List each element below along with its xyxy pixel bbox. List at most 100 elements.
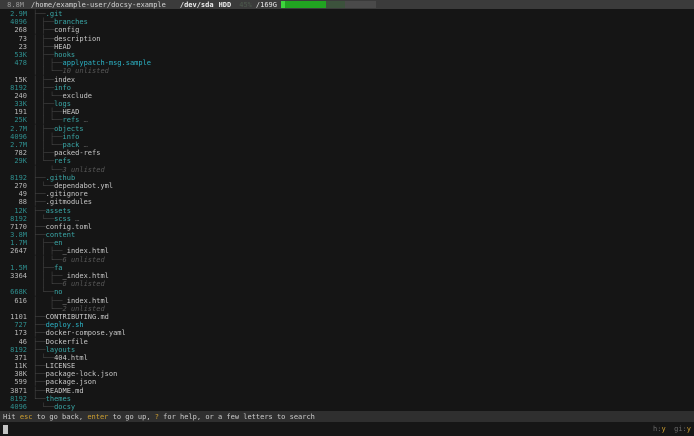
tree-branch-lines: └── — [33, 395, 46, 403]
tree-row[interactable]: 3871├──README.md — [3, 387, 694, 395]
tree-branch-lines: ├── — [33, 321, 46, 329]
entry-size: 268 — [3, 26, 27, 34]
tree-branch-lines: │ ├── — [33, 76, 54, 84]
tree-row[interactable]: 2647│ │ ├──_index.html — [3, 247, 694, 255]
tree-row[interactable]: 173├──docker-compose.yaml — [3, 329, 694, 337]
tree-row-unlisted[interactable]: │ └──2 unlisted — [3, 305, 694, 313]
directory-name: refs — [54, 157, 71, 165]
tree-branch-lines: │ ├── — [33, 84, 54, 92]
tree-row[interactable]: 240│ │ └──exclude — [3, 92, 694, 100]
tree-row[interactable]: 8192├──layouts — [3, 346, 694, 354]
tree-row[interactable]: 3364│ │ ├──_index.html — [3, 272, 694, 280]
tree-row[interactable]: 53K │ ├──hooks — [3, 51, 694, 59]
tree-row[interactable]: 73│ ├──description — [3, 35, 694, 43]
search-input-line[interactable]: h:y gi:y — [0, 422, 694, 436]
tree-row[interactable]: 8192│ └──scss … — [3, 215, 694, 223]
tree-row[interactable]: 49├──.gitignore — [3, 190, 694, 198]
file-name: _index.html — [63, 272, 109, 280]
entry-size: 8192 — [3, 395, 27, 403]
tree-row-unlisted[interactable]: │ │ └──6 unlisted — [3, 280, 694, 288]
file-name: package.json — [46, 378, 97, 386]
entry-size: 668K — [3, 288, 27, 296]
file-name: 404.html — [54, 354, 88, 362]
entry-size: 2.7M — [3, 141, 27, 149]
file-name: packed-refs — [54, 149, 100, 157]
tree-row[interactable]: 2.7M│ │ └──pack … — [3, 141, 694, 149]
device-name: /dev/sda — [180, 1, 214, 9]
entry-size: 15K — [3, 76, 27, 84]
tree-row[interactable]: 4096│ │ ├──info — [3, 133, 694, 141]
tree-branch-lines: │ └── — [33, 288, 54, 296]
tree-row[interactable]: 3.8M├──content — [3, 231, 694, 239]
tree-row[interactable]: 8192└──themes — [3, 395, 694, 403]
tree-row[interactable]: 616│ ├──_index.html — [3, 297, 694, 305]
file-name: CONTRIBUTING.md — [46, 313, 109, 321]
entry-size: 191 — [3, 108, 27, 116]
entry-size: 173 — [3, 329, 27, 337]
truncated-ellipsis: … — [79, 141, 87, 149]
tree-row[interactable]: 270│ └──dependabot.yml — [3, 182, 694, 190]
tree-row[interactable]: 23│ ├──HEAD — [3, 43, 694, 51]
tree-branch-lines: │ └── — [33, 182, 54, 190]
tree-branch-lines: ├── — [33, 207, 46, 215]
tree-row[interactable]: 782│ ├──packed-refs — [3, 149, 694, 157]
tree-row[interactable]: 668K│ └──no — [3, 288, 694, 296]
file-name: README.md — [46, 387, 84, 395]
unlisted-count: 2 unlisted — [63, 305, 105, 313]
entry-size: 49 — [3, 190, 27, 198]
file-tree: 2.9M├──.git4096│ ├──branches268│ ├──conf… — [0, 9, 694, 411]
tree-row[interactable]: 8192│ ├──info — [3, 84, 694, 92]
entry-size: 53K — [3, 51, 27, 59]
tree-row[interactable]: 191│ │ ├──HEAD — [3, 108, 694, 116]
directory-name: hooks — [54, 51, 75, 59]
file-name: HEAD — [54, 43, 71, 51]
directory-name: assets — [46, 207, 71, 215]
tree-branch-lines: │ │ └── — [33, 141, 63, 149]
tree-row[interactable]: 268│ ├──config — [3, 26, 694, 34]
file-name: _index.html — [63, 247, 109, 255]
tree-branch-lines: │ │ └── — [33, 280, 63, 288]
entry-size: 3871 — [3, 387, 27, 395]
tree-branch-lines: │ ├── — [33, 297, 63, 305]
file-name: deploy.sh — [46, 321, 84, 329]
tree-branch-lines: │ ├── — [33, 51, 54, 59]
tree-row-unlisted[interactable]: │ │ └──6 unlisted — [3, 256, 694, 264]
tree-row[interactable]: 12K ├──assets — [3, 207, 694, 215]
tree-row[interactable]: 599├──package.json — [3, 378, 694, 386]
flag-label: gi: — [674, 425, 687, 433]
tree-row[interactable]: 88├──.gitmodules — [3, 198, 694, 206]
tree-row[interactable]: 25K│ │ └──refs … — [3, 116, 694, 124]
unlisted-count: 6 unlisted — [63, 256, 105, 264]
tree-row[interactable]: 1.5M│ ├──fa — [3, 264, 694, 272]
tree-row[interactable]: 2.7M│ ├──objects — [3, 125, 694, 133]
tree-branch-lines: │ └── — [33, 354, 54, 362]
tree-row[interactable]: 38K├──package-lock.json — [3, 370, 694, 378]
tree-row[interactable]: 15K │ ├──index — [3, 76, 694, 84]
unlisted-count: 3 unlisted — [63, 166, 105, 174]
truncated-ellipsis: … — [79, 116, 87, 124]
tree-row[interactable]: 29K│ └──refs — [3, 157, 694, 165]
tree-row[interactable]: 4096 └──docsy — [3, 403, 694, 411]
tree-branch-lines: │ │ └── — [33, 92, 63, 100]
entry-size: 3364 — [3, 272, 27, 280]
entry-size: 38K — [3, 370, 27, 378]
toggle-flags[interactable]: h:y gi:y — [653, 425, 691, 433]
file-name: index — [54, 76, 75, 84]
disk-type-label: HDD — [219, 1, 232, 9]
unlisted-count: 10 unlisted — [63, 67, 109, 75]
entry-size: 599 — [3, 378, 27, 386]
tree-row[interactable]: 4096│ ├──branches — [3, 18, 694, 26]
tree-row-unlisted[interactable]: │ │ └──10 unlisted — [3, 67, 694, 75]
file-name: dependabot.yml — [54, 182, 113, 190]
tree-branch-lines: │ ├── — [33, 43, 54, 51]
disk-usage-percent: 45% — [239, 1, 252, 9]
tree-row[interactable]: 7170├──config.toml — [3, 223, 694, 231]
tree-row[interactable]: 46├──Dockerfile — [3, 338, 694, 346]
tree-row[interactable]: 1101├──CONTRIBUTING.md — [3, 313, 694, 321]
tree-row[interactable]: 371│ └──404.html — [3, 354, 694, 362]
tree-row[interactable]: 33K│ ├──logs — [3, 100, 694, 108]
tree-row-unlisted[interactable]: │ └──3 unlisted — [3, 166, 694, 174]
tree-row[interactable]: 2.9M├──.git — [3, 10, 694, 18]
entry-size: 12K — [3, 207, 27, 215]
tree-row[interactable]: 8192├──.github — [3, 174, 694, 182]
